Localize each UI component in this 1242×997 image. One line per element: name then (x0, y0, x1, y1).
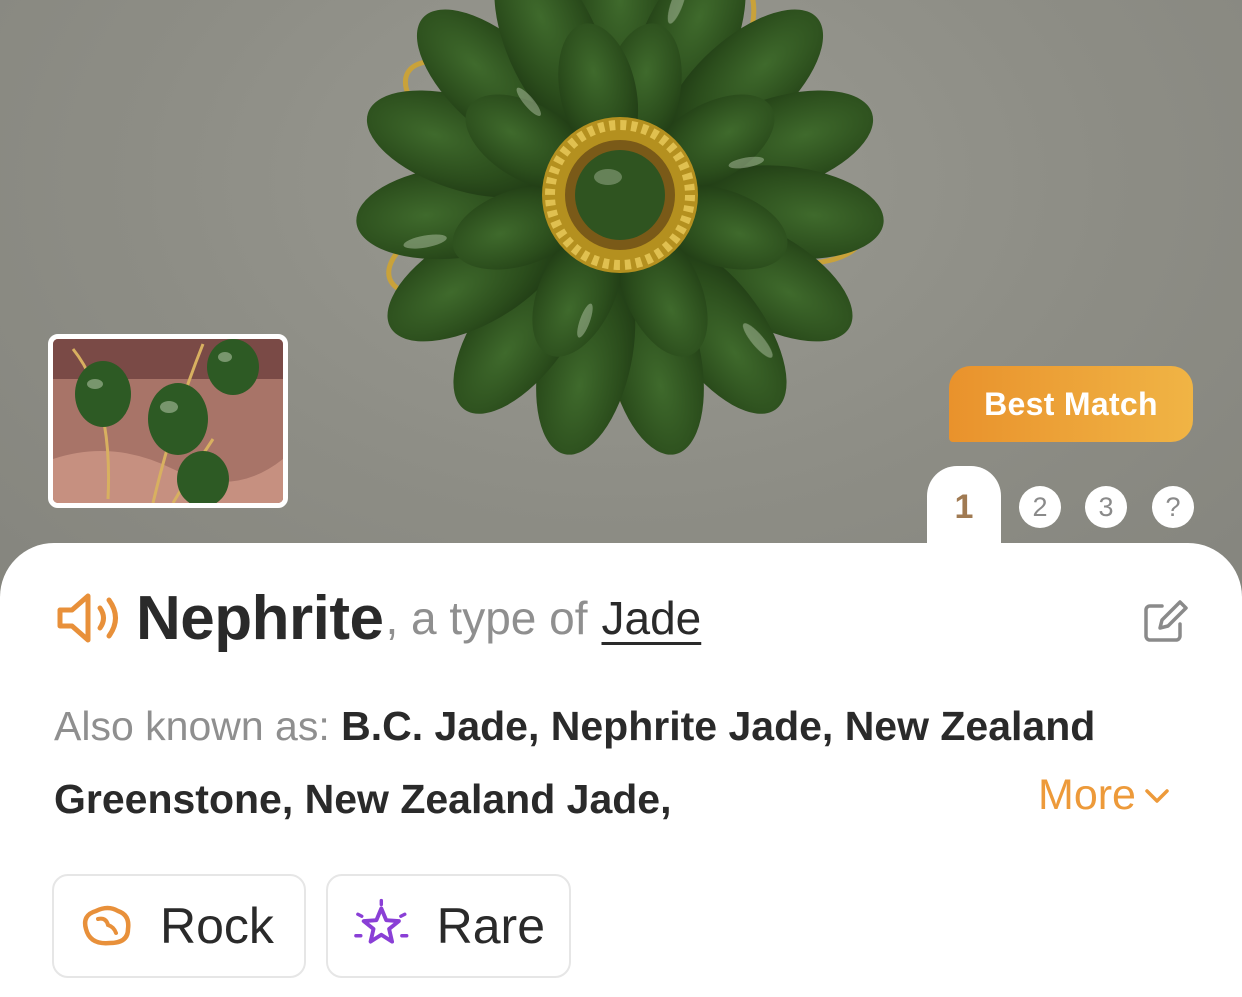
edit-icon[interactable] (1140, 598, 1188, 646)
more-button[interactable]: More (1038, 771, 1172, 820)
type-prefix: , a type of (385, 592, 588, 644)
type-link[interactable]: Jade (602, 591, 702, 645)
tag-rare[interactable]: Rare (326, 874, 571, 978)
tag-rare-label: Rare (436, 898, 545, 954)
aka-label: Also known as: (54, 703, 342, 749)
tag-rock[interactable]: Rock (52, 874, 306, 978)
page-tab-3[interactable]: 3 (1085, 486, 1127, 528)
result-pager: 1 2 3 ? (0, 466, 1242, 566)
jade-flower-image (356, 0, 884, 455)
more-label: More (1038, 771, 1136, 819)
sparkle-star-icon (354, 898, 409, 944)
specimen-name: Nephrite (136, 583, 384, 653)
result-title: Nephrite , a type of Jade (54, 578, 701, 658)
rock-icon (82, 905, 131, 946)
tag-rock-label: Rock (160, 898, 274, 954)
page-tab-help[interactable]: ? (1152, 486, 1194, 528)
page-tab-2[interactable]: 2 (1019, 486, 1061, 528)
speaker-icon[interactable] (54, 590, 122, 646)
page-tab-1[interactable]: 1 (927, 466, 1001, 566)
chevron-down-icon (1145, 788, 1169, 803)
best-match-badge: Best Match (949, 366, 1193, 442)
also-known-as: Also known as: B.C. Jade, Nephrite Jade,… (54, 690, 1134, 836)
